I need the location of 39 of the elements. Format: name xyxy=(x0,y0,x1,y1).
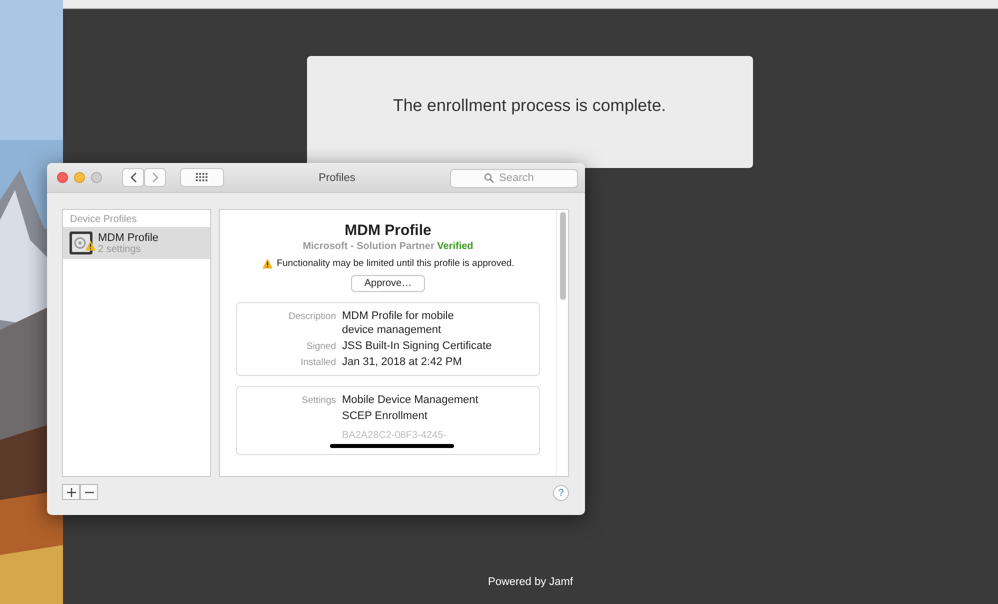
profile-icon xyxy=(69,231,93,255)
minimize-button[interactable] xyxy=(74,172,85,183)
message-text: The enrollment process is complete. xyxy=(392,96,666,117)
warning-icon xyxy=(85,240,96,251)
profile-subtitle: 2 settings xyxy=(98,244,142,254)
window-title: Profiles xyxy=(318,172,356,184)
chevron-right-icon xyxy=(152,172,158,183)
detail-label: Installed xyxy=(300,356,336,369)
remove-button[interactable] xyxy=(80,484,98,500)
warning-text: Functionality may be limited until this profile is approved. xyxy=(276,258,514,269)
uuid-text: BA2A28C2-08F3-4245- xyxy=(342,430,447,441)
profile-title: MDM Profile xyxy=(344,222,432,239)
chevron-left-icon xyxy=(130,172,136,183)
scrollbar-thumb[interactable] xyxy=(560,212,566,300)
warning-icon xyxy=(262,258,273,269)
back-button[interactable] xyxy=(122,168,144,187)
footer-text: Powered by Jamf xyxy=(488,576,573,588)
setting-value: SCEP Enrollment xyxy=(342,409,428,423)
grid-icon xyxy=(196,173,208,182)
detail-label: Description xyxy=(287,310,336,324)
detail-value: Jan 31, 2018 at 2:42 PM xyxy=(342,355,463,369)
setting-value: Mobile Device Management xyxy=(342,393,480,407)
list-heading: Device Profiles xyxy=(69,213,138,227)
detail-label: Settings xyxy=(300,394,336,408)
plus-icon xyxy=(66,488,76,496)
search-icon xyxy=(484,173,494,183)
approve-button[interactable]: Approve… xyxy=(351,275,425,292)
zoom-button[interactable] xyxy=(91,172,102,183)
close-button[interactable] xyxy=(57,172,68,183)
profile-name: MDM Profile xyxy=(98,232,159,244)
publisher-text: Microsoft - Solution Partner Verified xyxy=(302,241,474,252)
detail-label: Signed xyxy=(305,340,336,353)
help-button[interactable]: ? xyxy=(553,485,569,501)
grid-button[interactable] xyxy=(180,168,224,187)
detail-value: MDM Profile for mobile device management xyxy=(342,309,455,337)
profile-item[interactable]: MDM Profile 2 settings xyxy=(63,227,210,259)
search-field[interactable]: Search xyxy=(450,168,578,188)
detail-value: JSS Built-In Signing Certificate xyxy=(342,339,493,353)
add-button[interactable] xyxy=(62,484,80,500)
